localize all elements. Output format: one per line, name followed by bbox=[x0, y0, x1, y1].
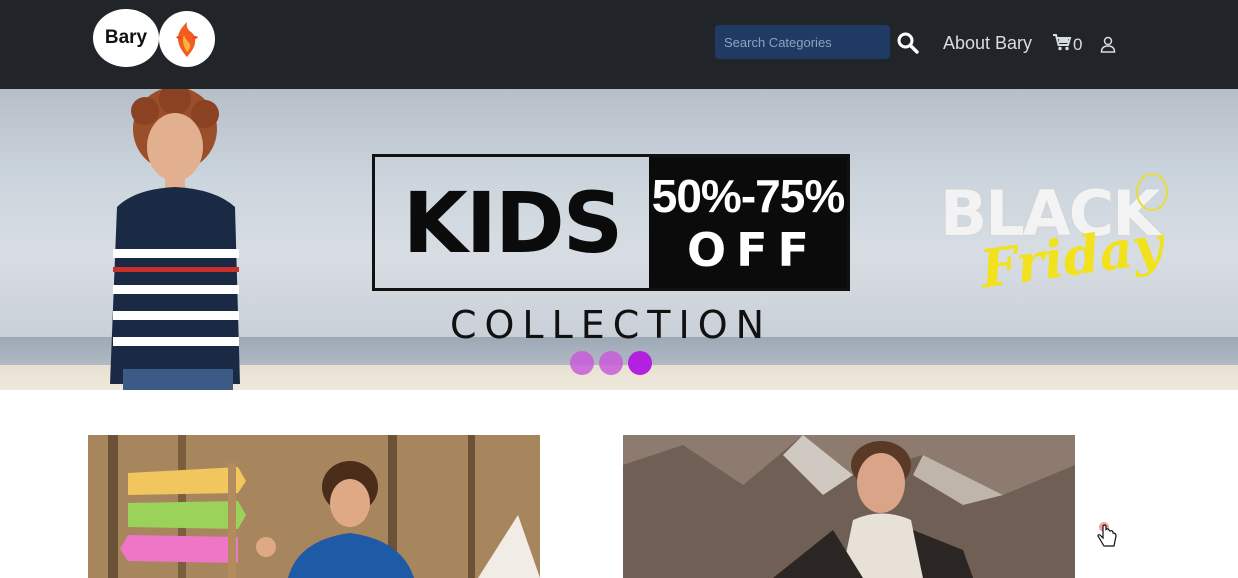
kid-model-image bbox=[110, 89, 240, 390]
about-link[interactable]: About Bary bbox=[943, 33, 1032, 54]
site-header: Bary About Bary 0 bbox=[0, 0, 1238, 89]
brand-logo-text: Bary bbox=[104, 27, 148, 48]
user-icon[interactable] bbox=[1100, 36, 1116, 54]
promo-collection: COLLECTION bbox=[449, 303, 773, 347]
cart-count: 0 bbox=[1073, 34, 1083, 54]
black-friday-badge: BLACK Friday bbox=[940, 173, 1180, 307]
hand-pointer-icon bbox=[1097, 522, 1117, 547]
cart-button[interactable]: 0 bbox=[1052, 33, 1082, 56]
category-card-kids[interactable] bbox=[88, 435, 540, 578]
promo-kids-text: KIDS bbox=[402, 173, 624, 272]
carousel-indicators bbox=[570, 351, 652, 375]
phoenix-logo-icon[interactable] bbox=[159, 11, 215, 67]
category-card-men[interactable] bbox=[623, 435, 1075, 578]
ring-icon bbox=[1136, 173, 1168, 211]
carousel-dot-3[interactable] bbox=[628, 351, 652, 375]
hero-banner[interactable]: KIDS 50%-75% OFF COLLECTION BLACK Friday bbox=[0, 89, 1238, 390]
carousel-dot-2[interactable] bbox=[599, 351, 623, 375]
promo-percent: 50%-75% bbox=[651, 169, 845, 222]
search-input[interactable] bbox=[715, 25, 890, 59]
promo-off: OFF bbox=[687, 222, 819, 277]
search-icon[interactable] bbox=[896, 31, 920, 55]
kids-forest-image bbox=[88, 435, 540, 578]
brand-logo[interactable]: Bary bbox=[93, 9, 159, 67]
cart-icon bbox=[1052, 33, 1072, 56]
men-mountain-image bbox=[623, 435, 1075, 578]
promo-box: KIDS 50%-75% OFF bbox=[372, 154, 850, 291]
carousel-dot-1[interactable] bbox=[570, 351, 594, 375]
promo-discount: 50%-75% OFF bbox=[649, 157, 847, 288]
